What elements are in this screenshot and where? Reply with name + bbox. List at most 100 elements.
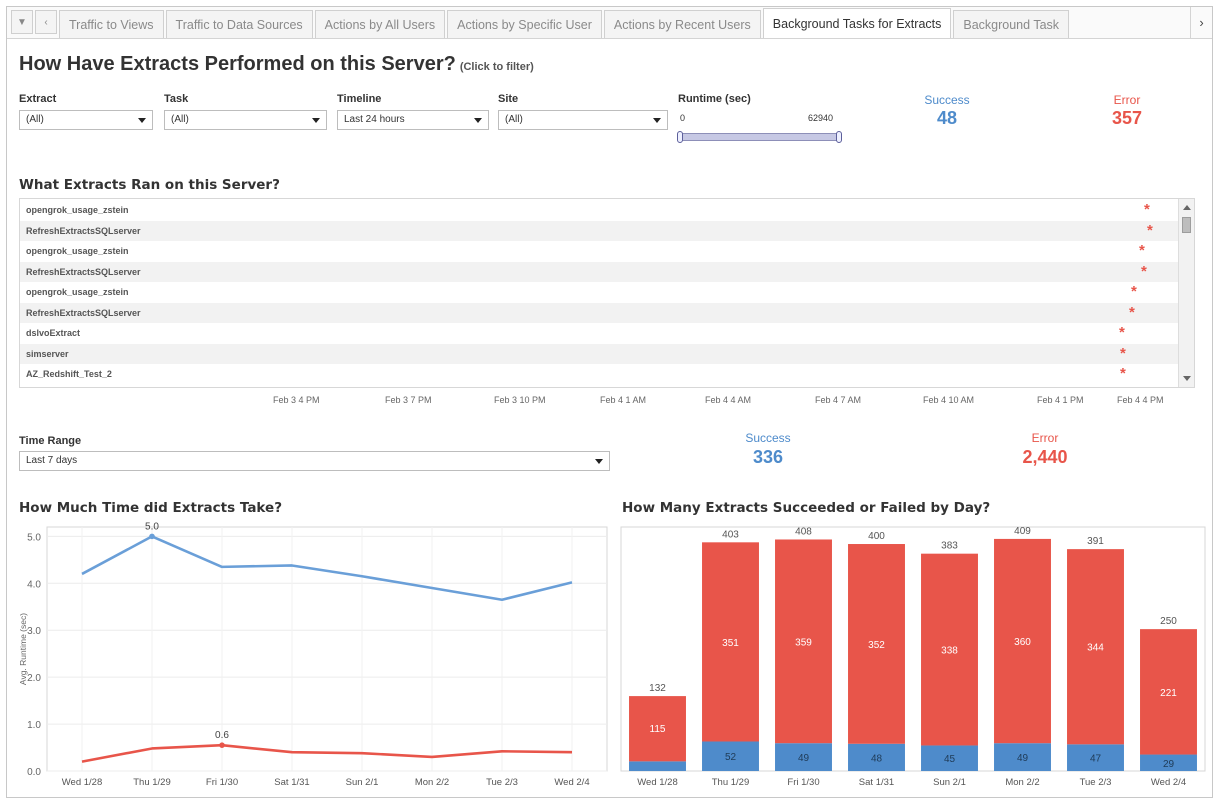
gantt-error-marker[interactable]: * <box>1120 364 1126 384</box>
time-range-label: Time Range <box>19 435 82 447</box>
gantt-row-label: dslvoExtract <box>26 328 81 338</box>
tab-actions-by-specific-user[interactable]: Actions by Specific User <box>447 10 602 38</box>
task-filter-select[interactable]: (All) <box>164 110 327 130</box>
gantt-error-marker[interactable]: * <box>1119 323 1125 343</box>
success-bar-label: 49 <box>798 753 810 764</box>
x-tick-label: Mon 2/2 <box>415 777 449 788</box>
time-range-select[interactable]: Last 7 days <box>19 451 610 471</box>
tab-traffic-to-data-sources[interactable]: Traffic to Data Sources <box>165 10 313 38</box>
runtime-chart-title: How Much Time did Extracts Take? <box>19 500 283 516</box>
extract-filter-value: (All) <box>26 114 44 125</box>
tab-actions-by-recent-users[interactable]: Actions by Recent Users <box>603 10 761 38</box>
runtime-min-handle[interactable] <box>677 131 683 143</box>
weekly-error-label: Error <box>1031 431 1059 445</box>
gantt-error-marker[interactable]: * <box>1120 344 1126 364</box>
gantt-axis-label: Feb 4 1 PM <box>1037 395 1084 405</box>
error-label: Error <box>1113 93 1141 107</box>
gantt-row[interactable]: dslvoExtract * <box>20 323 1194 343</box>
scroll-thumb[interactable] <box>1182 217 1191 233</box>
gantt-row[interactable]: RefreshExtractsSQLserver * <box>20 220 1194 241</box>
gantt-axis-label: Feb 3 7 PM <box>385 395 432 405</box>
gantt-error-marker[interactable]: * <box>1129 303 1135 323</box>
x-tick-label: Wed 1/28 <box>62 777 103 788</box>
scroll-down-icon[interactable] <box>1183 376 1191 381</box>
gantt-error-marker[interactable]: * <box>1131 282 1137 302</box>
x-tick-label: Wed 2/4 <box>1151 777 1186 788</box>
error-bar-label: 221 <box>1160 688 1177 699</box>
success-bar-label: 47 <box>1090 754 1102 765</box>
y-axis-label: Avg. Runtime (sec) <box>18 613 28 685</box>
x-tick-label: Tue 2/3 <box>1080 777 1112 788</box>
x-tick-label: Mon 2/2 <box>1005 777 1039 788</box>
y-tick-label: 1.0 <box>27 720 41 731</box>
success-count[interactable]: 48 <box>897 108 997 129</box>
tab-next-button[interactable]: › <box>1190 7 1212 38</box>
runtime-range-slider[interactable] <box>680 133 840 141</box>
runtime-max-handle[interactable] <box>836 131 842 143</box>
chevron-right-icon: › <box>1199 15 1204 30</box>
tab-menu-button[interactable]: ▼ <box>11 10 33 34</box>
vertical-scrollbar[interactable] <box>1178 199 1194 387</box>
y-tick-label: 4.0 <box>27 579 41 590</box>
runtime-max-value: 62940 <box>808 113 834 123</box>
x-tick-label: Wed 2/4 <box>554 777 589 788</box>
tab-strip: ▼ ‹ Traffic to Views Traffic to Data Sou… <box>7 7 1212 39</box>
success-bar-label: 49 <box>1017 753 1029 764</box>
extract-filter-label: Extract <box>19 93 57 105</box>
dashboard-frame: ▼ ‹ Traffic to Views Traffic to Data Sou… <box>6 6 1213 798</box>
gantt-row-label: opengrok_usage_zstein <box>26 287 129 297</box>
timeline-filter-label: Timeline <box>337 93 382 105</box>
success-fail-chart-title: How Many Extracts Succeeded or Failed by… <box>622 500 991 516</box>
tab-background-tasks-for-extracts[interactable]: Background Tasks for Extracts <box>762 8 952 38</box>
tab-prev-button[interactable]: ‹ <box>35 10 57 34</box>
extract-filter-select[interactable]: (All) <box>19 110 153 130</box>
error-bar-label: 115 <box>650 724 666 735</box>
gantt-row-label: opengrok_usage_zstein <box>26 205 129 215</box>
gantt-row-label: AZ_Redshift_Test_2 <box>26 369 112 379</box>
site-filter-select[interactable]: (All) <box>498 110 668 130</box>
y-tick-label: 0.0 <box>27 767 41 778</box>
task-filter-value: (All) <box>171 114 189 125</box>
chevron-down-icon <box>474 118 482 123</box>
gantt-error-marker[interactable]: * <box>1147 221 1153 241</box>
error-bar-label: 352 <box>868 640 885 651</box>
x-tick-label: Fri 1/30 <box>787 777 819 788</box>
gantt-axis-label: Feb 3 10 PM <box>494 395 546 405</box>
gantt-row[interactable]: RefreshExtractsSQLserver * <box>20 261 1194 282</box>
scroll-up-icon[interactable] <box>1183 205 1191 210</box>
gantt-error-marker[interactable]: * <box>1144 200 1150 220</box>
error-bar-label: 359 <box>795 637 812 648</box>
bar-total-label: 391 <box>1087 536 1104 547</box>
error-bar-label: 360 <box>1014 637 1031 648</box>
weekly-error-count[interactable]: 2,440 <box>995 447 1095 468</box>
gantt-row-label: RefreshExtractsSQLserver <box>26 307 141 318</box>
tab-background-tasks[interactable]: Background Task <box>953 10 1070 38</box>
success-bar-label: 29 <box>1163 759 1175 770</box>
gantt-row[interactable]: opengrok_usage_zstein * <box>20 282 1194 302</box>
avg-runtime-line-chart: 0.0 1.0 2.0 3.0 4.0 5.0 Wed 1/28 Thu 1/29 Fri 1/… <box>18 521 608 788</box>
success-bar-label: 45 <box>944 754 956 765</box>
tab-actions-by-all-users[interactable]: Actions by All Users <box>314 10 446 38</box>
error-count[interactable]: 357 <box>1077 108 1177 129</box>
click-to-filter-hint: (Click to filter) <box>459 61 534 73</box>
weekly-success-count[interactable]: 336 <box>718 447 818 468</box>
gantt-title: What Extracts Ran on this Server? <box>19 177 280 193</box>
success-fail-bar-chart: 115 132 Wed 1/28 52 351 403 Thu 1/29 49 359 408 Fr… <box>620 526 1206 788</box>
gantt-row[interactable]: RefreshExtractsSQLserver * <box>20 302 1194 323</box>
gantt-row[interactable]: opengrok_usage_zstein * <box>20 200 1194 220</box>
gantt-row[interactable]: AZ_Redshift_Test_2 * <box>20 364 1194 384</box>
gantt-row[interactable]: simserver * <box>20 343 1194 364</box>
gantt-error-marker[interactable]: * <box>1141 262 1147 282</box>
x-tick-label: Sun 2/1 <box>346 777 379 788</box>
gantt-axis-label: Feb 4 4 AM <box>705 395 752 405</box>
x-tick-label: Thu 1/29 <box>712 777 750 788</box>
page-title-text: How Have Extracts Performed on this Serv… <box>19 53 456 75</box>
tab-traffic-to-views[interactable]: Traffic to Views <box>59 10 164 38</box>
gantt-row-label: RefreshExtractsSQLserver <box>26 266 141 277</box>
x-tick-label: Thu 1/29 <box>133 777 171 788</box>
gantt-row[interactable]: opengrok_usage_zstein * <box>20 241 1194 261</box>
gantt-error-marker[interactable]: * <box>1139 241 1145 261</box>
error-bar-label: 351 <box>722 638 739 649</box>
timeline-filter-select[interactable]: Last 24 hours <box>337 110 489 130</box>
x-tick-label: Sat 1/31 <box>859 777 894 788</box>
